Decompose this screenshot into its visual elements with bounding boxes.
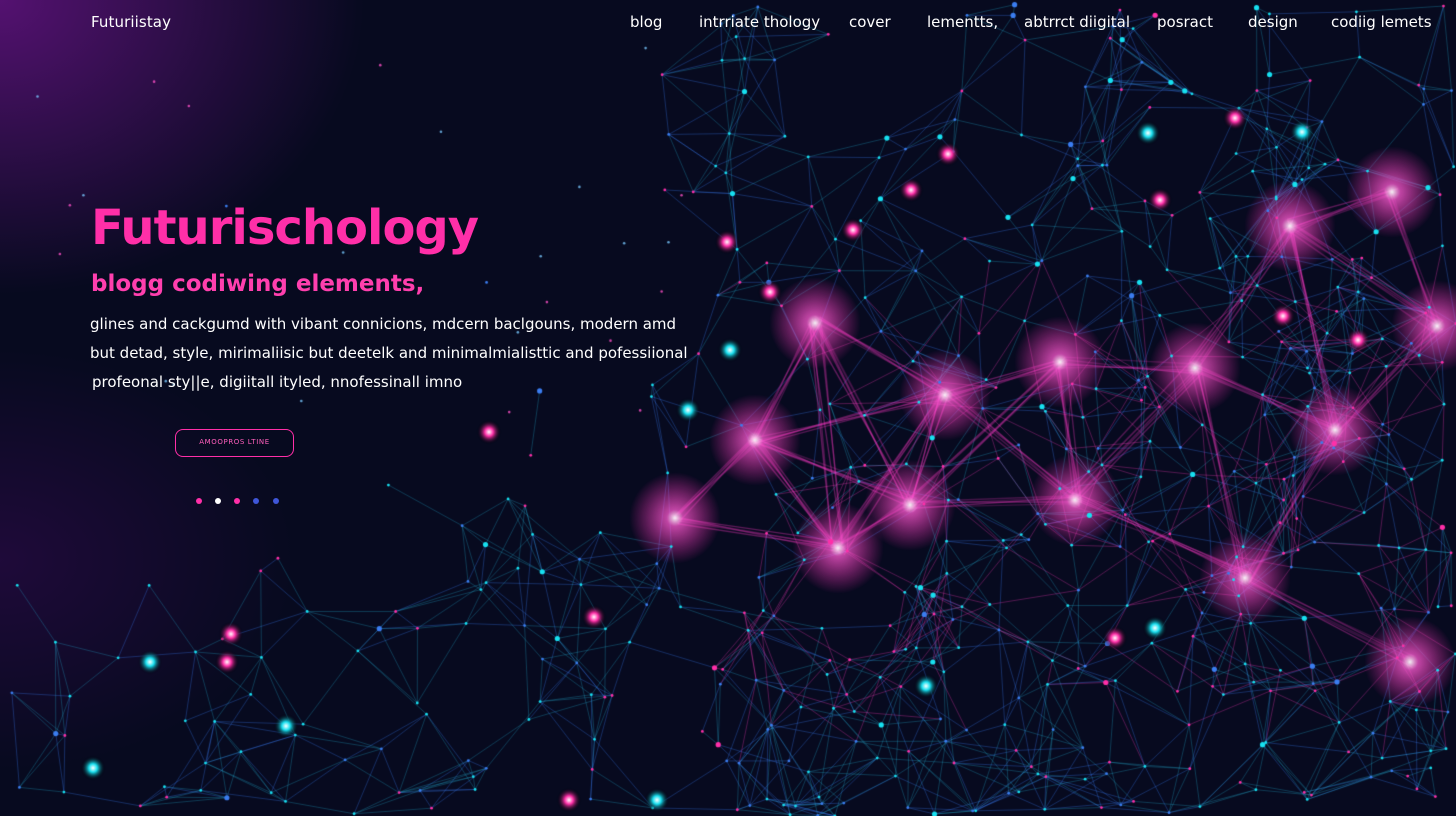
hero-description-line-3: profeonal sty||e, digiitall ityled, nnof… <box>92 373 463 391</box>
hero-cta-button[interactable]: AMOOPROS LTINE <box>175 429 294 457</box>
hero-description-line-1: glines and cackgumd with vibant connicio… <box>90 315 677 333</box>
carousel-dot-3[interactable] <box>234 498 240 504</box>
carousel-dot-5[interactable] <box>273 498 279 504</box>
hero-title: Futurischology <box>91 200 479 256</box>
nav-item-codiig-lemets[interactable]: codiig lemets <box>1331 13 1432 31</box>
nav-item-blog[interactable]: blog <box>630 13 662 31</box>
nav-item-cover[interactable]: cover <box>849 13 891 31</box>
landing-page: Futuriistay blog intrriate thology cover… <box>0 0 1456 816</box>
carousel-dot-1[interactable] <box>196 498 202 504</box>
hero-subtitle: blogg codiwing elements, <box>91 271 425 297</box>
carousel-dot-2[interactable] <box>215 498 221 504</box>
nav-item-intrriate-thology[interactable]: intrriate thology <box>699 13 820 31</box>
nav-item-lementts[interactable]: lementts, <box>927 13 998 31</box>
nav-item-design[interactable]: design <box>1248 13 1298 31</box>
carousel-dot-4[interactable] <box>253 498 259 504</box>
nav-item-posract[interactable]: posract <box>1157 13 1213 31</box>
top-navigation: Futuriistay blog intrriate thology cover… <box>0 0 1456 44</box>
hero-description-line-2: but detad, style, mirimaliisic but deete… <box>90 344 688 362</box>
network-background-graphic <box>0 0 1456 816</box>
brand-logo-text[interactable]: Futuriistay <box>91 13 171 31</box>
nav-item-abtrrct-diigital[interactable]: abtrrct diigital <box>1024 13 1130 31</box>
